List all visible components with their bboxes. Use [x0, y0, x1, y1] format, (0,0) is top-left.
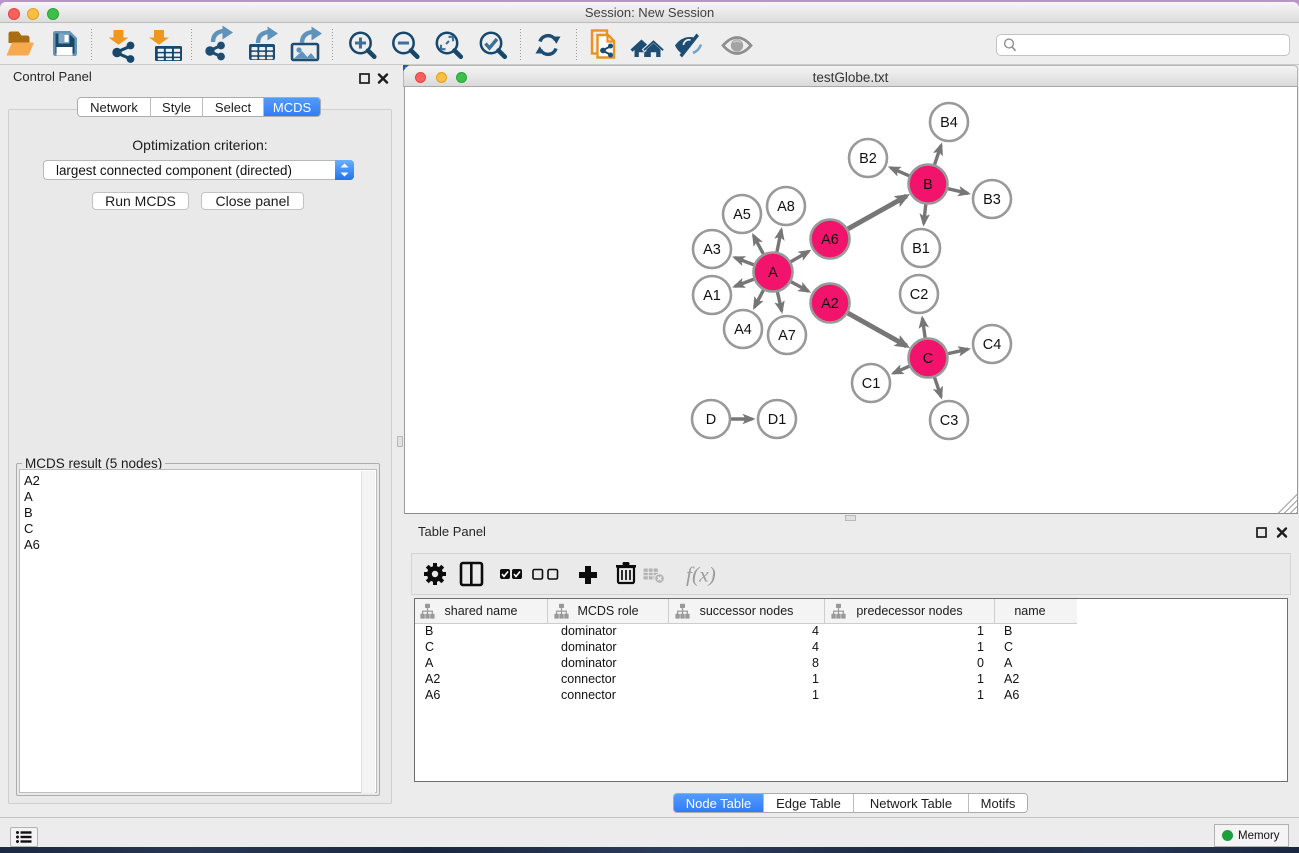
svg-text:A7: A7 [778, 328, 796, 344]
svg-text:C: C [923, 351, 933, 367]
svg-text:A: A [768, 265, 778, 281]
svg-text:f(x): f(x) [686, 563, 716, 587]
svg-text:C1: C1 [862, 376, 881, 392]
svg-text:C2: C2 [910, 287, 929, 303]
svg-text:A5: A5 [733, 207, 751, 223]
svg-text:A1: A1 [703, 288, 721, 304]
svg-text:A3: A3 [703, 242, 721, 258]
svg-text:C3: C3 [940, 413, 959, 429]
svg-text:C4: C4 [983, 337, 1002, 353]
svg-text:A4: A4 [734, 322, 752, 338]
svg-text:B2: B2 [859, 151, 877, 167]
svg-text:D1: D1 [768, 412, 787, 428]
svg-text:D: D [706, 412, 716, 428]
svg-text:A2: A2 [821, 296, 839, 312]
svg-text:B: B [923, 177, 933, 193]
svg-text:A6: A6 [821, 232, 839, 248]
svg-text:A8: A8 [777, 199, 795, 215]
svg-text:B4: B4 [940, 115, 958, 131]
svg-text:B1: B1 [912, 241, 930, 257]
svg-text:B3: B3 [983, 192, 1001, 208]
